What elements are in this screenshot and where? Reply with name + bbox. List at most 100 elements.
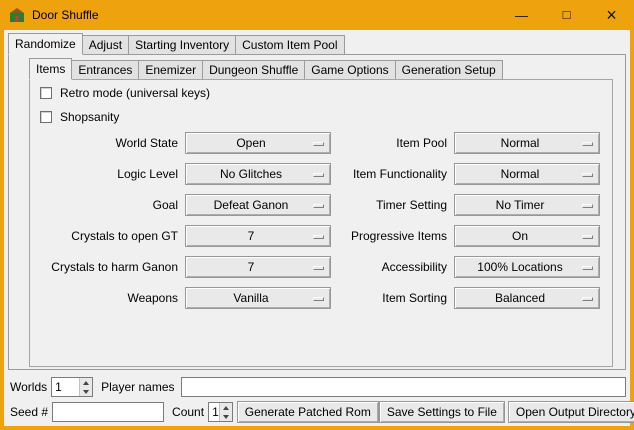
dropdown-indicator-icon bbox=[313, 235, 324, 239]
world-state-dropdown[interactable]: Open bbox=[185, 132, 331, 154]
tab-label: Custom Item Pool bbox=[242, 38, 337, 52]
count-spinner[interactable]: 1 bbox=[208, 402, 233, 422]
logic-level-dropdown[interactable]: No Glitches bbox=[185, 163, 331, 185]
timer-setting-dropdown[interactable]: No Timer bbox=[454, 194, 600, 216]
spin-down-icon[interactable] bbox=[80, 387, 92, 396]
tab-label: Randomize bbox=[15, 37, 76, 51]
progressive-items-dropdown[interactable]: On bbox=[454, 225, 600, 247]
dropdown-indicator-icon bbox=[582, 235, 593, 239]
item-sorting-label: Item Sorting bbox=[337, 291, 447, 305]
seed-input[interactable] bbox=[52, 402, 164, 422]
shopsanity-checkbox[interactable] bbox=[40, 111, 52, 123]
tab-custom-item-pool[interactable]: Custom Item Pool bbox=[235, 35, 344, 54]
app-window: Door Shuffle — □ × Randomize Adjust Star… bbox=[0, 0, 634, 430]
option-row: Logic Level No Glitches Item Functionali… bbox=[30, 163, 612, 185]
retro-mode-checkbox[interactable] bbox=[40, 87, 52, 99]
window-title: Door Shuffle bbox=[32, 8, 99, 22]
tab-enemizer[interactable]: Enemizer bbox=[138, 60, 203, 79]
dropdown-value: Balanced bbox=[495, 291, 559, 305]
tab-label: Enemizer bbox=[145, 63, 196, 77]
window-controls: — □ × bbox=[499, 0, 634, 30]
close-button[interactable]: × bbox=[589, 0, 634, 30]
dropdown-value: 7 bbox=[248, 229, 269, 243]
dropdown-indicator-icon bbox=[313, 142, 324, 146]
count-label: Count bbox=[172, 405, 204, 419]
dropdown-value: No Timer bbox=[496, 198, 559, 212]
tab-label: Items bbox=[36, 62, 65, 76]
goal-label: Goal bbox=[40, 198, 178, 212]
dropdown-indicator-icon bbox=[313, 266, 324, 270]
button-label: Generate Patched Rom bbox=[245, 405, 371, 419]
tab-starting-inventory[interactable]: Starting Inventory bbox=[128, 35, 236, 54]
tab-entrances[interactable]: Entrances bbox=[71, 60, 139, 79]
item-sorting-dropdown[interactable]: Balanced bbox=[454, 287, 600, 309]
shopsanity-label: Shopsanity bbox=[60, 110, 119, 124]
item-pool-label: Item Pool bbox=[337, 136, 447, 150]
progressive-items-label: Progressive Items bbox=[337, 229, 447, 243]
dropdown-indicator-icon bbox=[582, 142, 593, 146]
player-names-input[interactable] bbox=[181, 377, 627, 397]
option-row: Crystals to open GT 7 Progressive Items … bbox=[30, 225, 612, 247]
crystals-ganon-dropdown[interactable]: 7 bbox=[185, 256, 331, 278]
dropdown-value: Normal bbox=[501, 167, 554, 181]
spinner-arrows bbox=[79, 378, 92, 396]
goal-dropdown[interactable]: Defeat Ganon bbox=[185, 194, 331, 216]
minimize-button[interactable]: — bbox=[499, 0, 544, 30]
option-row: Goal Defeat Ganon Timer Setting No Timer bbox=[30, 194, 612, 216]
crystals-ganon-label: Crystals to harm Ganon bbox=[40, 260, 178, 274]
seed-row: Seed # Count 1 Generate Patched Rom Save… bbox=[10, 401, 626, 423]
crystals-gt-label: Crystals to open GT bbox=[40, 229, 178, 243]
dropdown-value: No Glitches bbox=[220, 167, 296, 181]
spin-up-icon[interactable] bbox=[80, 378, 92, 387]
world-state-label: World State bbox=[40, 136, 178, 150]
tab-dungeon-shuffle[interactable]: Dungeon Shuffle bbox=[202, 60, 305, 79]
worlds-value: 1 bbox=[52, 378, 79, 396]
generate-patched-rom-button[interactable]: Generate Patched Rom bbox=[237, 401, 379, 423]
accessibility-label: Accessibility bbox=[337, 260, 447, 274]
timer-setting-label: Timer Setting bbox=[337, 198, 447, 212]
spinner-arrows bbox=[219, 403, 232, 421]
dropdown-indicator-icon bbox=[313, 204, 324, 208]
crystals-gt-dropdown[interactable]: 7 bbox=[185, 225, 331, 247]
option-row: Weapons Vanilla Item Sorting Balanced bbox=[30, 287, 612, 309]
item-functionality-label: Item Functionality bbox=[337, 167, 447, 181]
weapons-label: Weapons bbox=[40, 291, 178, 305]
item-functionality-dropdown[interactable]: Normal bbox=[454, 163, 600, 185]
titlebar[interactable]: Door Shuffle — □ × bbox=[0, 0, 634, 30]
count-value: 1 bbox=[209, 403, 219, 421]
button-label: Save Settings to File bbox=[387, 405, 497, 419]
worlds-label: Worlds bbox=[10, 380, 47, 394]
retro-mode-row: Retro mode (universal keys) bbox=[40, 86, 210, 100]
dropdown-value: Defeat Ganon bbox=[214, 198, 303, 212]
tab-game-options[interactable]: Game Options bbox=[304, 60, 395, 79]
dropdown-indicator-icon bbox=[582, 204, 593, 208]
open-output-directory-button[interactable]: Open Output Directory bbox=[508, 401, 634, 423]
tab-label: Dungeon Shuffle bbox=[209, 63, 298, 77]
option-row: Crystals to harm Ganon 7 Accessibility 1… bbox=[30, 256, 612, 278]
tab-items[interactable]: Items bbox=[29, 58, 72, 80]
dropdown-value: Vanilla bbox=[233, 291, 282, 305]
sub-tab-bar: Items Entrances Enemizer Dungeon Shuffle… bbox=[29, 57, 502, 79]
tab-generation-setup[interactable]: Generation Setup bbox=[395, 60, 503, 79]
spin-up-icon[interactable] bbox=[220, 403, 232, 412]
dropdown-value: Normal bbox=[501, 136, 554, 150]
maximize-button[interactable]: □ bbox=[544, 0, 589, 30]
spin-down-icon[interactable] bbox=[220, 412, 232, 421]
shopsanity-row: Shopsanity bbox=[40, 110, 119, 124]
dropdown-value: 100% Locations bbox=[477, 260, 576, 274]
dropdown-value: 7 bbox=[248, 260, 269, 274]
logic-level-label: Logic Level bbox=[40, 167, 178, 181]
weapons-dropdown[interactable]: Vanilla bbox=[185, 287, 331, 309]
dropdown-value: On bbox=[512, 229, 542, 243]
dropdown-indicator-icon bbox=[582, 266, 593, 270]
tab-label: Game Options bbox=[311, 63, 388, 77]
save-settings-button[interactable]: Save Settings to File bbox=[379, 401, 505, 423]
dropdown-indicator-icon bbox=[313, 173, 324, 177]
tab-adjust[interactable]: Adjust bbox=[82, 35, 129, 54]
worlds-spinner[interactable]: 1 bbox=[51, 377, 93, 397]
maximize-icon: □ bbox=[563, 7, 571, 22]
main-tab-bar: Randomize Adjust Starting Inventory Cust… bbox=[8, 32, 344, 54]
tab-randomize[interactable]: Randomize bbox=[8, 33, 83, 55]
item-pool-dropdown[interactable]: Normal bbox=[454, 132, 600, 154]
accessibility-dropdown[interactable]: 100% Locations bbox=[454, 256, 600, 278]
